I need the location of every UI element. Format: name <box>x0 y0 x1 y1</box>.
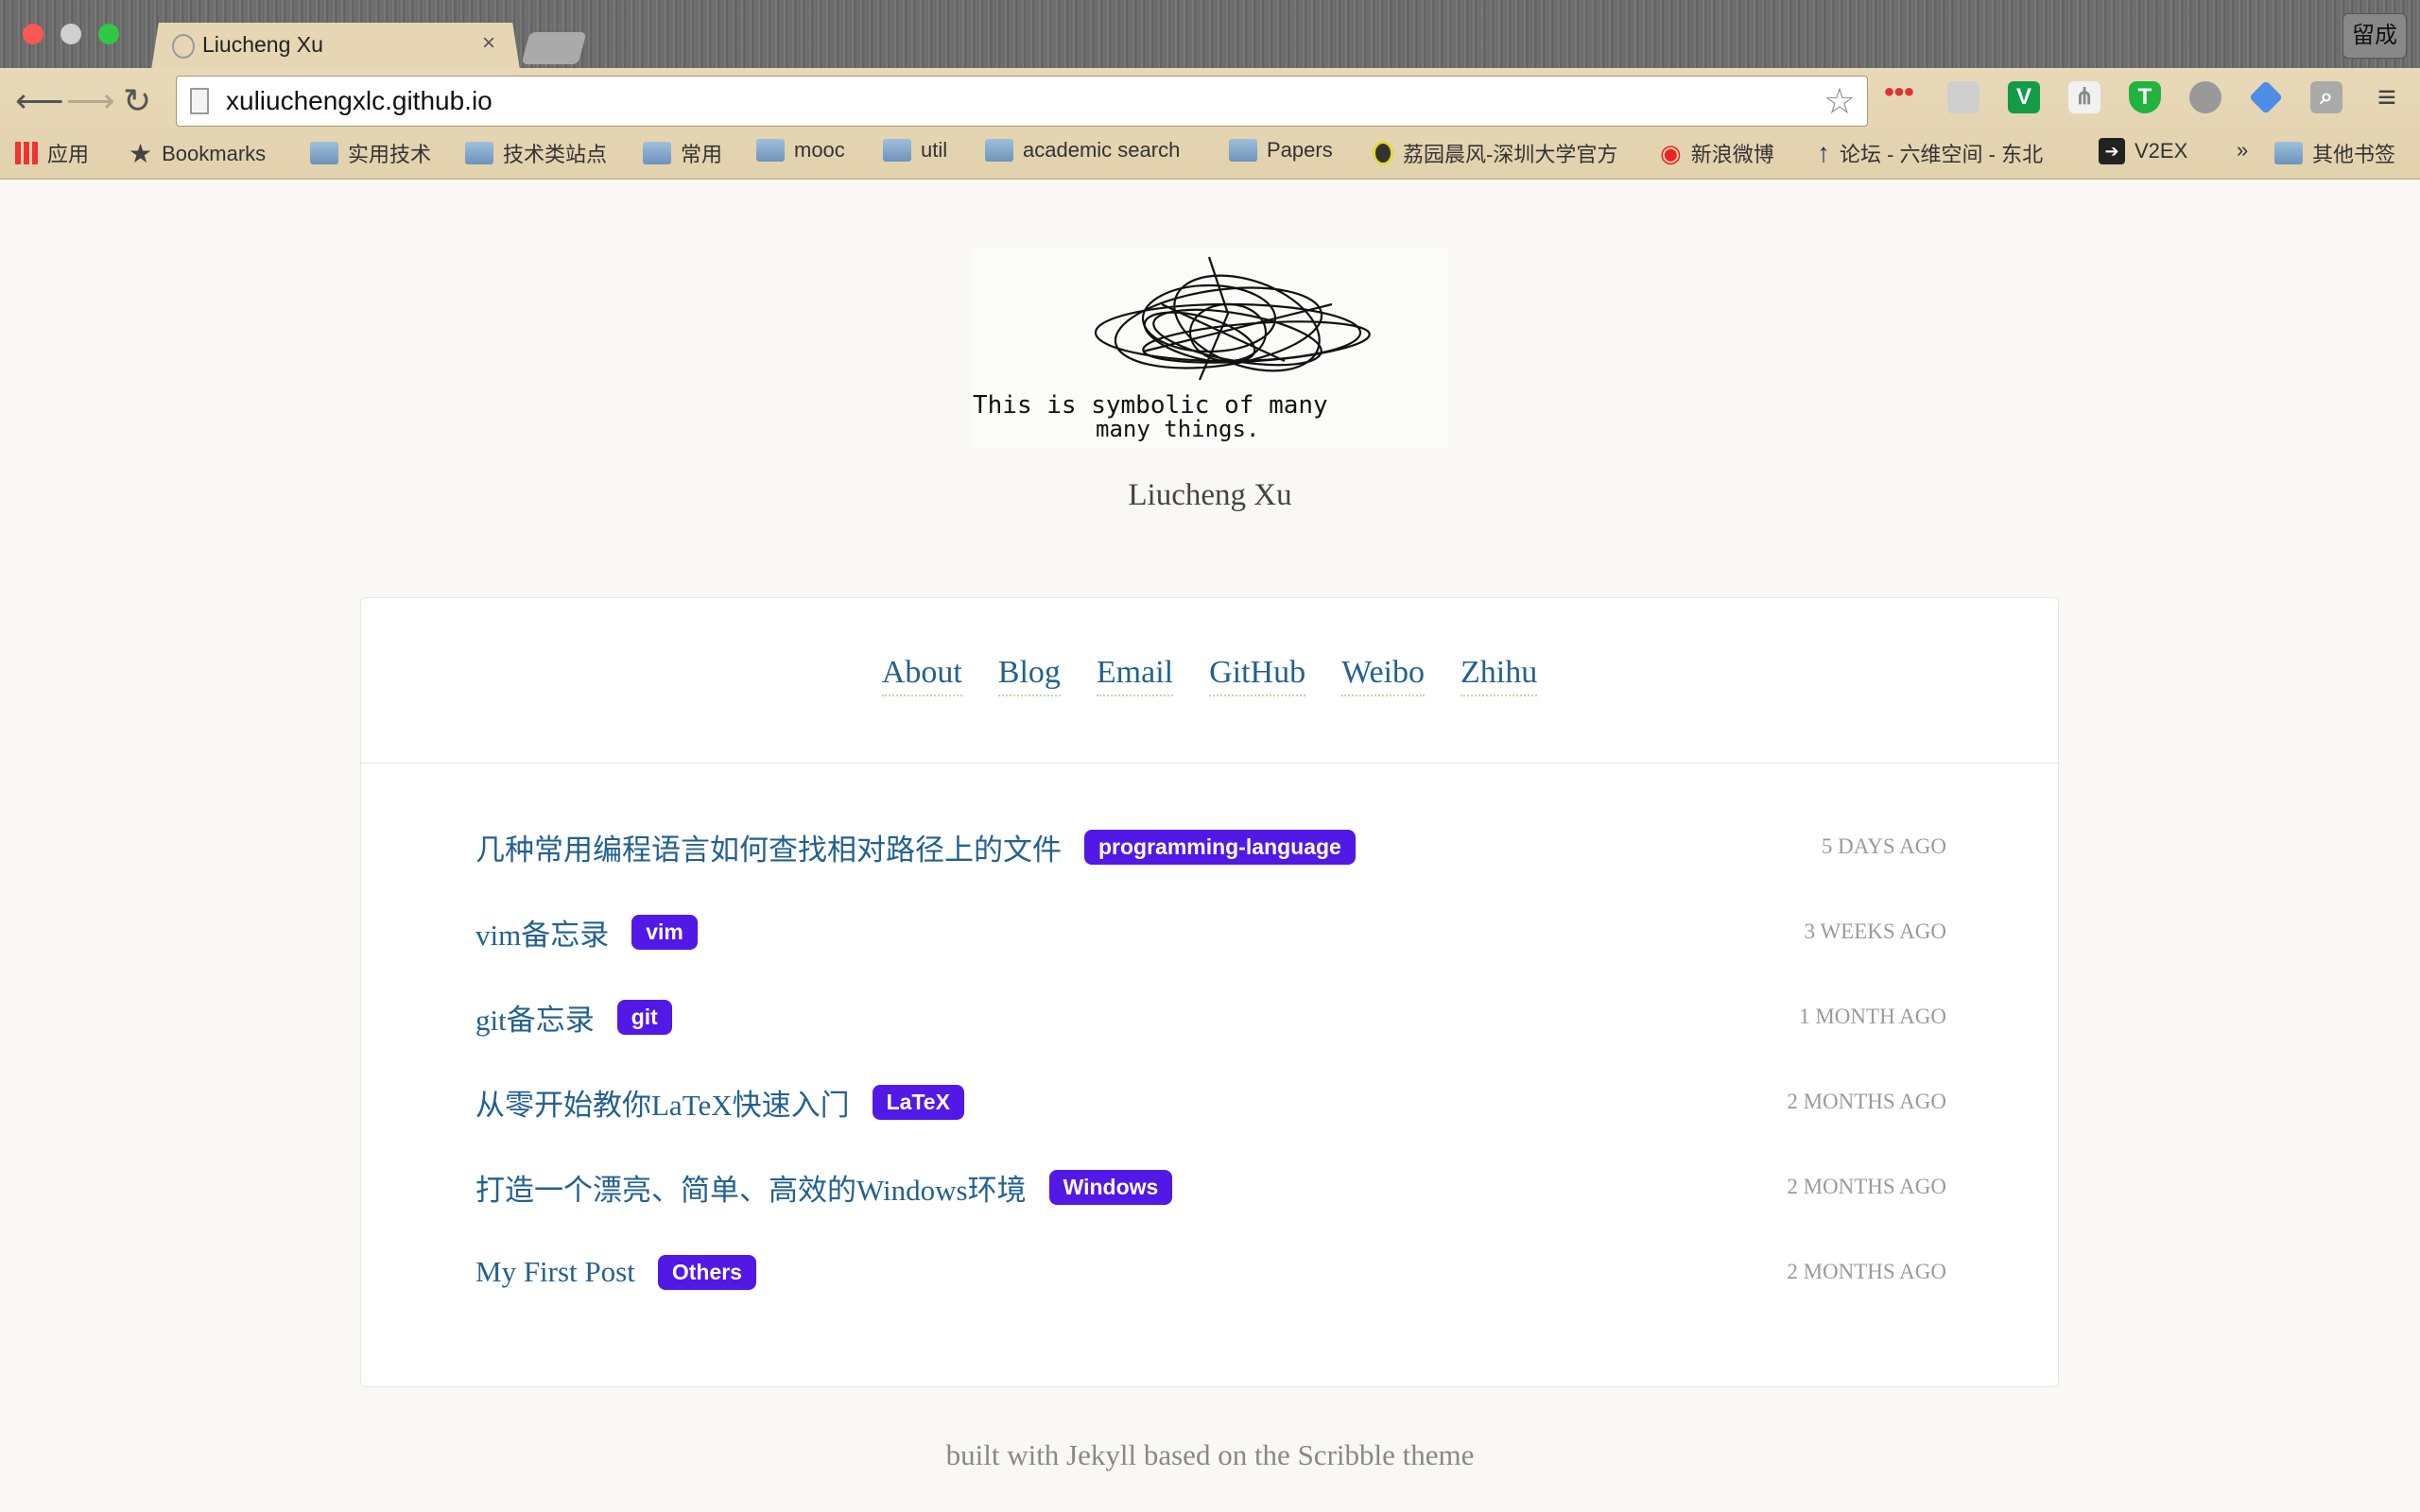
tab-close-icon[interactable]: × <box>482 30 495 57</box>
folder-icon <box>465 142 493 164</box>
site-favicon-icon <box>1373 141 1393 165</box>
bookmark-folder[interactable]: 实用技术 <box>310 138 431 168</box>
nav-email[interactable]: Email <box>1096 655 1174 696</box>
bookmark-folder[interactable]: mooc <box>756 138 845 163</box>
post-date: 1 month ago <box>1799 1005 1946 1028</box>
diamond-extension-icon[interactable] <box>2248 79 2284 115</box>
post-title-link[interactable]: 几种常用编程语言如何查找相对路径上的文件 <box>475 826 1062 868</box>
forward-icon[interactable]: ⟶ <box>66 81 115 121</box>
globe-extension-icon[interactable] <box>2189 81 2221 113</box>
favicon-icon <box>172 34 195 59</box>
author-name: Liucheng Xu <box>1128 478 1292 512</box>
divider <box>361 763 2058 764</box>
nav-weibo[interactable]: Weibo <box>1341 655 1425 696</box>
v-extension-icon[interactable]: V <box>2008 81 2040 113</box>
folder-icon <box>2274 142 2303 164</box>
back-icon[interactable]: ⟵ <box>15 81 64 121</box>
post-tag-badge[interactable]: vim <box>631 914 698 950</box>
post-row: 从零开始教你LaTeX快速入门 LaTeX 2 months ago <box>475 1075 1946 1128</box>
profile-button[interactable]: 留成 <box>2342 13 2407 59</box>
folder-icon <box>756 139 785 162</box>
menu-icon[interactable]: ≡ <box>2371 81 2403 113</box>
post-title-link[interactable]: 从零开始教你LaTeX快速入门 <box>475 1081 850 1124</box>
bookmark-bookmarks[interactable]: ★ Bookmarks <box>129 138 266 169</box>
svg-text:many things.: many things. <box>1096 416 1259 442</box>
url-text[interactable]: xuliuchengxlc.github.io <box>226 86 493 116</box>
pin-icon: ↑ <box>1817 138 1830 167</box>
post-date: 5 days ago <box>1821 834 1946 858</box>
post-row: My First Post Others 2 months ago <box>475 1246 1946 1298</box>
shield-extension-icon[interactable]: T <box>2129 81 2161 113</box>
folder-icon <box>883 139 911 162</box>
page-icon <box>190 88 209 114</box>
site-nav: About Blog Email GitHub Weibo Zhihu <box>361 655 2058 696</box>
minimize-window-button[interactable] <box>60 24 81 44</box>
bookmark-star-icon[interactable]: ☆ <box>1824 80 1856 123</box>
bookmark-link[interactable]: ◉ 新浪微博 <box>1660 138 1774 168</box>
bookmarks-overflow-button[interactable]: » <box>2237 138 2248 163</box>
tab-active[interactable]: Liucheng Xu × <box>151 23 520 70</box>
apps-grid-icon <box>15 142 38 164</box>
nav-zhihu[interactable]: Zhihu <box>1461 655 1538 696</box>
folder-icon <box>1229 139 1257 162</box>
post-tag-badge[interactable]: Others <box>657 1254 756 1290</box>
search-extension-icon[interactable]: ⌕ <box>2310 81 2342 113</box>
bookmark-folder[interactable]: academic search <box>985 138 1180 163</box>
post-title-link[interactable]: 打造一个漂亮、简单、高效的Windows环境 <box>475 1166 1027 1209</box>
bookmark-link[interactable]: ↑ 论坛 - 六维空间 - 东北 <box>1817 138 2072 168</box>
tab-strip: Liucheng Xu × 留成 <box>0 0 2420 70</box>
bookmark-folder[interactable]: util <box>883 138 947 163</box>
dots-extension-icon[interactable]: ••• <box>1883 78 1915 113</box>
v2ex-icon: ➔ <box>2099 138 2125 164</box>
post-date: 2 months ago <box>1787 1260 1946 1283</box>
post-date: 2 months ago <box>1787 1175 1946 1198</box>
nav-blog[interactable]: Blog <box>997 655 1061 696</box>
post-date: 3 weeks ago <box>1804 919 1946 943</box>
content-card: About Blog Email GitHub Weibo Zhihu 几种常用… <box>360 597 2059 1387</box>
address-bar[interactable]: xuliuchengxlc.github.io ☆ <box>176 76 1868 127</box>
post-row: vim备忘录 vim 3 weeks ago <box>475 905 1946 958</box>
sitemap-extension-icon[interactable]: ⋔ <box>2068 81 2100 113</box>
folder-icon <box>643 142 671 164</box>
tab-title: Liucheng Xu <box>202 32 323 57</box>
bookmark-link[interactable]: ➔ V2EX <box>2099 138 2187 164</box>
post-title-link[interactable]: git备忘录 <box>475 996 595 1039</box>
zoom-window-button[interactable] <box>98 24 119 44</box>
pocket-extension-icon[interactable] <box>1947 81 1979 113</box>
post-tag-badge[interactable]: git <box>616 999 672 1035</box>
site-footer: built with Jekyll based on the Scribble … <box>945 1438 1475 1471</box>
bookmark-apps[interactable]: 应用 <box>15 138 89 168</box>
post-tag-badge[interactable]: LaTeX <box>872 1084 964 1120</box>
close-window-button[interactable] <box>23 24 43 44</box>
nav-about[interactable]: About <box>881 655 962 696</box>
bookmark-folder[interactable]: Papers <box>1229 138 1333 163</box>
bookmark-folder[interactable]: 常用 <box>643 138 722 168</box>
nav-github[interactable]: GitHub <box>1209 655 1306 696</box>
site-logo-scribble: This is symbolic of many many things. <box>973 248 1447 448</box>
bookmark-folder[interactable]: 技术类站点 <box>465 138 607 168</box>
folder-icon <box>310 142 338 164</box>
post-row: 打造一个漂亮、简单、高效的Windows环境 Windows 2 months ag… <box>475 1160 1946 1213</box>
reload-icon[interactable]: ↻ <box>123 81 151 121</box>
post-row: git备忘录 git 1 month ago <box>475 990 1946 1043</box>
post-tag-badge[interactable]: Windows <box>1048 1169 1173 1205</box>
weibo-icon: ◉ <box>1660 138 1682 167</box>
bookmark-other-folder[interactable]: 其他书签 <box>2274 138 2395 168</box>
post-row: 几种常用编程语言如何查找相对路径上的文件 programming-language… <box>475 820 1946 873</box>
post-tag-badge[interactable]: programming-language <box>1084 829 1356 865</box>
star-icon: ★ <box>129 139 153 168</box>
post-title-link[interactable]: My First Post <box>475 1255 635 1289</box>
post-title-link[interactable]: vim备忘录 <box>475 911 609 954</box>
new-tab-button[interactable] <box>521 32 587 64</box>
post-date: 2 months ago <box>1787 1090 1946 1113</box>
bookmark-link[interactable]: 荔园晨风-深圳大学官方 <box>1373 138 1628 168</box>
folder-icon <box>985 139 1013 162</box>
